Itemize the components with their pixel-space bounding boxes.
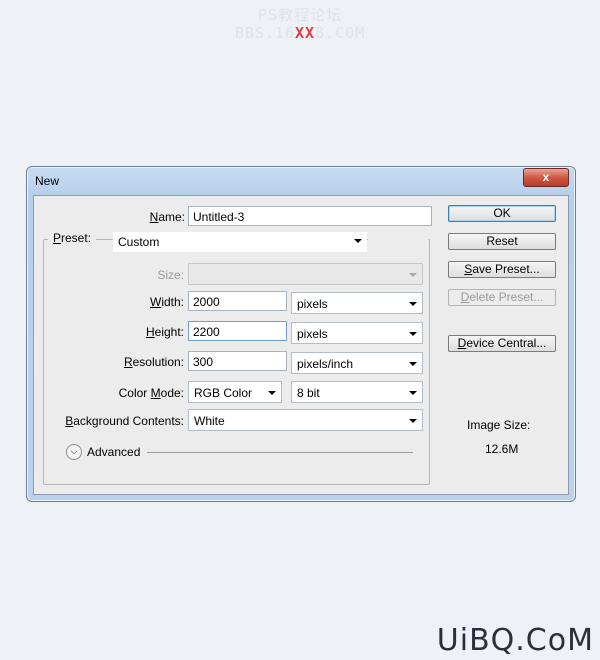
advanced-divider	[147, 452, 413, 453]
name-label: Name:	[149, 210, 185, 224]
save-preset-button[interactable]: Save Preset...	[448, 261, 556, 278]
preset-label: Preset:	[48, 231, 97, 245]
group-border-gap	[368, 239, 428, 240]
watermark-bottom: UiBQ.CoM	[436, 623, 594, 658]
chevron-down-icon	[409, 332, 417, 336]
resolution-label: Resolution:	[123, 355, 184, 369]
size-label: Size:	[157, 268, 184, 282]
new-document-dialog: New x Name: Untitled-3 Preset: Custom Si…	[26, 166, 576, 502]
resolution-field[interactable]: 300	[188, 351, 287, 371]
image-size-value: 12.6M	[485, 442, 519, 456]
width-field[interactable]: 2000	[188, 291, 287, 311]
watermark-top-line2: BBS.16XX8.COM	[0, 24, 600, 42]
width-unit-value: pixels	[297, 297, 328, 311]
dialog-body: Name: Untitled-3 Preset: Custom Size: Wi…	[33, 195, 569, 495]
image-size-label: Image Size:	[467, 418, 531, 432]
reset-button[interactable]: Reset	[448, 233, 556, 250]
height-label: Height:	[145, 325, 184, 339]
height-unit-select[interactable]: pixels	[291, 322, 423, 344]
close-button[interactable]: x	[523, 168, 569, 187]
watermark-suffix: 8.COM	[315, 24, 366, 42]
name-value: Untitled-3	[193, 210, 245, 224]
width-label: Width:	[149, 295, 184, 309]
preset-value: Custom	[118, 235, 160, 249]
device-central-button[interactable]: Device Central...	[448, 335, 556, 352]
chevron-down-icon	[409, 302, 417, 306]
height-unit-value: pixels	[297, 327, 328, 341]
delete-preset-button: Delete Preset...	[448, 289, 556, 306]
width-value: 2000	[193, 295, 220, 309]
background-contents-label: Background Contents:	[65, 414, 184, 428]
advanced-expand-button[interactable]: ⌵	[66, 444, 82, 460]
height-field[interactable]: 2200	[188, 321, 287, 341]
background-contents-select[interactable]: White	[188, 409, 423, 431]
watermark-xx: XX	[294, 24, 316, 42]
size-select	[188, 263, 423, 285]
ok-button[interactable]: OK	[448, 205, 556, 222]
title-bar[interactable]: New x	[27, 167, 575, 193]
advanced-label[interactable]: Advanced	[87, 445, 140, 459]
preset-select[interactable]: Custom	[113, 232, 367, 252]
chevron-down-icon	[268, 391, 276, 395]
watermark-top-line1: PS教程论坛	[257, 6, 343, 24]
chevron-down-icon	[354, 239, 362, 243]
background-contents-value: White	[194, 414, 225, 428]
watermark-prefix: BBS.16	[234, 24, 295, 42]
chevron-down-icon	[409, 273, 417, 277]
expand-icon: ⌵	[70, 446, 78, 456]
dialog-title: New	[35, 174, 60, 188]
name-label-rest: ame:	[158, 210, 185, 224]
bit-depth-select[interactable]: 8 bit	[291, 381, 423, 403]
name-field[interactable]: Untitled-3	[188, 206, 432, 226]
chevron-down-icon	[409, 419, 417, 423]
bit-depth-value: 8 bit	[297, 386, 320, 400]
color-mode-value: RGB Color	[194, 386, 253, 400]
width-unit-select[interactable]: pixels	[291, 292, 423, 314]
resolution-unit-value: pixels/inch	[297, 357, 354, 371]
chevron-down-icon	[409, 391, 417, 395]
chevron-down-icon	[409, 362, 417, 366]
color-mode-label: Color Mode:	[118, 386, 184, 400]
close-icon: x	[542, 170, 550, 184]
color-mode-select[interactable]: RGB Color	[188, 381, 282, 403]
resolution-value: 300	[193, 355, 214, 369]
height-value: 2200	[193, 325, 220, 339]
resolution-unit-select[interactable]: pixels/inch	[291, 352, 423, 374]
